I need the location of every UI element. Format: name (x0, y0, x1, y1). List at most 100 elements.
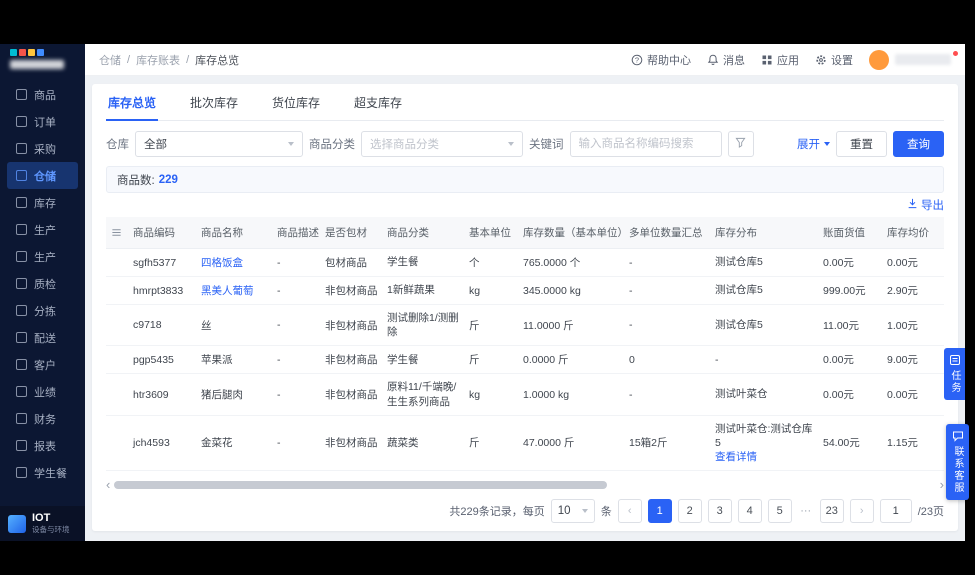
table-row[interactable]: htr3609 猪后腿肉 - 非包材商品 原料11/千端晚/生生系列商品 kg 1.0000… (106, 373, 944, 416)
page-size-select[interactable]: 10 (550, 499, 595, 523)
expand-toggle[interactable]: 展开 (797, 136, 830, 152)
filter-funnel-button[interactable] (727, 131, 754, 157)
cell-avg: 0.00元 (882, 248, 944, 277)
sidebar-item-label: 仓储 (34, 170, 56, 183)
row-select-cell (106, 415, 128, 472)
prev-page-button[interactable]: ‹ (617, 499, 642, 523)
column-header: 账面货值 (818, 217, 882, 249)
keyword-label: 关键词 (529, 139, 564, 151)
sidebar-item-label: 分拣 (34, 305, 56, 318)
topbar-actions: ? 帮助中心 消息 应用 设置 (631, 52, 853, 68)
page-jump-input[interactable] (879, 499, 912, 523)
chevron-down-icon (508, 142, 514, 146)
cell-name: 四格饭盒 (196, 248, 272, 277)
table-row[interactable]: hdj0156黄灯笼椒-非包材商品蔬菜类斤1.0000 斤-测试仓库50.00元… (106, 470, 944, 474)
logo-square (28, 49, 35, 56)
product-name-link[interactable]: 黑美人葡萄 (201, 285, 254, 297)
cell-qty: 765.0000 个 (518, 248, 624, 277)
sidebar-item-15[interactable]: 学生餐 (7, 459, 78, 486)
app-window: 商品 订单 采购 仓储 库存 生产 生产 质检 分拣 配送 客户 业绩 财务 报表 学生餐 IOT 设备与环… (0, 44, 965, 541)
page-button-5[interactable]: 5 (767, 499, 792, 523)
page-button-4[interactable]: 4 (737, 499, 762, 523)
sidebar-item-12[interactable]: 业绩 (7, 378, 78, 405)
user-menu[interactable] (869, 49, 958, 70)
page-size-value: 10 (557, 505, 571, 517)
module-icon (16, 440, 27, 451)
breadcrumb-item[interactable]: 仓储 (99, 52, 121, 68)
reset-button[interactable]: 重置 (836, 131, 887, 157)
sidebar-item-11[interactable]: 客户 (7, 351, 78, 378)
sidebar-item-9[interactable]: 分拣 (7, 297, 78, 324)
topbar-action-messages[interactable]: 消息 (707, 52, 745, 68)
sidebar-item-13[interactable]: 财务 (7, 405, 78, 432)
page-button-23[interactable]: 23 (819, 499, 844, 523)
table-row[interactable]: sgfh5377 四格饭盒 - 包材商品 学生餐 个 765.0000 个 - 测试仓库5 0.0… (106, 248, 944, 277)
sidebar-item-4[interactable]: 仓储 (7, 162, 78, 189)
page-button-1[interactable]: 1 (647, 499, 672, 523)
export-button[interactable]: 导出 (907, 197, 944, 213)
sidebar-item-10[interactable]: 配送 (7, 324, 78, 351)
iot-widget[interactable]: IOT 设备与环境 (0, 506, 85, 541)
search-button[interactable]: 查询 (893, 131, 944, 157)
sidebar-item-6[interactable]: 生产 (7, 216, 78, 243)
category-select[interactable]: 选择商品分类 (361, 131, 523, 157)
sidebar-item-2[interactable]: 订单 (7, 108, 78, 135)
inventory-table: 商品编码 商品名称 商品描述 是否包材 商品分类 基本单位 库存数量（基本单位） 多单位数量汇… (106, 217, 944, 474)
sidebar-item-7[interactable]: 生产 (7, 243, 78, 270)
customer-service-floating-button[interactable]: 联系客服 (946, 424, 969, 500)
cell-text: htr3609 (133, 388, 169, 401)
tab-1[interactable]: 库存总览 (106, 84, 159, 121)
row-select-cell (106, 345, 128, 375)
product-name-link[interactable]: 四格饭盒 (201, 257, 243, 269)
cell-avg: 1.15元 (882, 415, 944, 472)
cell-category: 学生餐 (382, 345, 464, 375)
breadcrumb-item[interactable]: 库存账表 (136, 52, 180, 68)
cell-category: 学生餐 (382, 248, 464, 277)
main-area: 仓储 / 库存账表 / 库存总览 ? 帮助中心 消息 应用 设置 库存总览 批次库存 货位库存 超支库… (85, 44, 965, 541)
warehouse-select[interactable]: 全部 (135, 131, 303, 157)
cell-dist: 测试叶菜仓:测试仓库5 查看详情 (710, 415, 818, 472)
table-row[interactable]: pgp5435 苹果派 - 非包材商品 学生餐 斤 0.0000 斤 0 - 0.00元 9.00元 (106, 345, 944, 375)
sidebar-item-14[interactable]: 报表 (7, 432, 78, 459)
cell-dist: 测试仓库5 (710, 248, 818, 277)
sidebar-item-3[interactable]: 采购 (7, 135, 78, 162)
funnel-icon (735, 137, 746, 151)
breadcrumb: 仓储 / 库存账表 / 库存总览 (99, 52, 239, 68)
page-button-2[interactable]: 2 (677, 499, 702, 523)
content-area: 库存总览 批次库存 货位库存 超支库存 仓库 全部 商品分类 选择商品分类 关键词 (85, 76, 965, 541)
cell-text: 个 (469, 257, 480, 269)
table-row[interactable]: hmrpt3833 黑美人葡萄 - 非包材商品 1新鲜蔬果 kg 345.0000 kg - 测… (106, 276, 944, 305)
next-page-button[interactable]: › (849, 499, 874, 523)
svg-text:?: ? (635, 55, 639, 64)
cell-text: 0.0000 斤 (523, 354, 569, 367)
table-row[interactable]: c9718 丝 - 非包材商品 测试删除1/测删除斤 11.0000 斤 - 测试仓库5 11.… (106, 304, 944, 347)
cell-text: 9.00元 (887, 354, 918, 367)
sidebar-item-1[interactable]: 商品 (7, 81, 78, 108)
topbar-action-settings[interactable]: 设置 (815, 52, 853, 68)
cell-text: - (277, 256, 281, 269)
column-settings-icon[interactable] (106, 217, 128, 249)
table-row[interactable]: jch4593 金菜花 - 非包材商品 蔬菜类斤 47.0000 斤 15箱2斤 测试叶菜仓:… (106, 415, 944, 472)
horizontal-scrollbar[interactable] (114, 480, 935, 489)
page-button-3[interactable]: 3 (707, 499, 732, 523)
sidebar-item-8[interactable]: 质检 (7, 270, 78, 297)
cell-text: - (715, 353, 719, 366)
chat-bubble-icon (952, 430, 964, 442)
topbar-action-help[interactable]: ? 帮助中心 (631, 52, 691, 68)
scroll-left-icon[interactable]: ‹ (106, 478, 110, 491)
scroll-right-icon[interactable]: › (940, 478, 944, 491)
topbar-action-apps[interactable]: 应用 (761, 52, 799, 68)
cell-text: 0.00元 (887, 257, 918, 269)
horizontal-scrollbar-thumb[interactable] (114, 480, 608, 489)
iot-subtitle: 设备与环境 (32, 525, 70, 535)
task-floating-button[interactable]: 任务 (944, 348, 965, 400)
view-detail-link[interactable]: 查看详情 (715, 450, 813, 464)
sidebar-item-5[interactable]: 库存 (7, 189, 78, 216)
cell-qty: 0.0000 斤 (518, 345, 624, 375)
tab-2[interactable]: 批次库存 (188, 84, 240, 120)
column-header: 是否包材 (320, 217, 382, 249)
cell-text: 猪后腿肉 (201, 389, 243, 402)
keyword-input[interactable] (569, 131, 722, 157)
tab-4[interactable]: 超支库存 (352, 84, 404, 120)
tab-3[interactable]: 货位库存 (270, 84, 322, 120)
